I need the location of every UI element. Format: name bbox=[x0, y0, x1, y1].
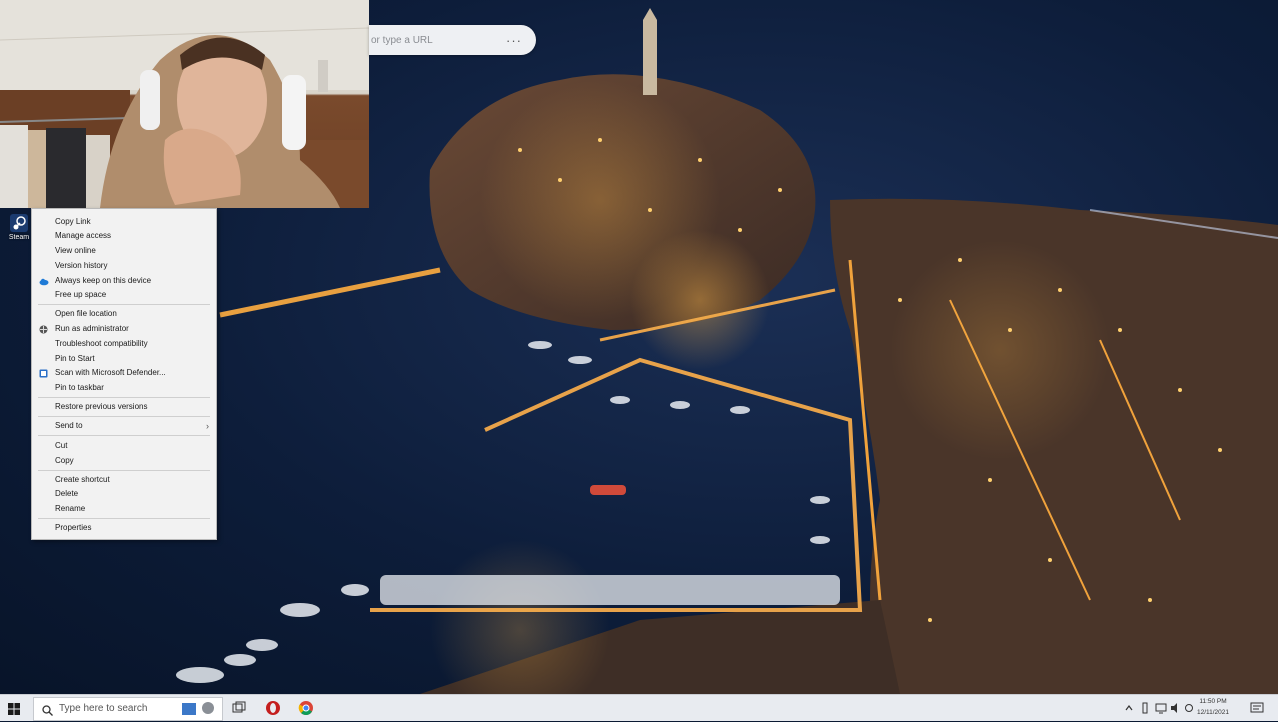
menu-separator bbox=[38, 397, 210, 398]
menu-item-manage-access[interactable]: Manage access bbox=[32, 229, 216, 243]
menu-item-scan-defender[interactable]: Scan with Microsoft Defender... bbox=[32, 366, 216, 380]
webcam-person-image bbox=[0, 0, 369, 208]
menu-item-properties[interactable]: Properties bbox=[32, 521, 216, 535]
webcam-overlay bbox=[0, 0, 369, 208]
context-menu: Copy Link Manage access View online Vers… bbox=[31, 208, 217, 540]
menu-item-run-as-admin[interactable]: Run as administrator bbox=[32, 322, 216, 336]
clock-time: 11:50 PM bbox=[1199, 698, 1227, 705]
menu-separator bbox=[38, 518, 210, 519]
menu-item-troubleshoot[interactable]: Troubleshoot compatibility bbox=[32, 337, 216, 351]
menu-separator bbox=[38, 470, 210, 471]
menu-item-version-history[interactable]: Version history bbox=[32, 259, 216, 273]
task-view-icon[interactable] bbox=[230, 699, 248, 717]
menu-item-cut[interactable]: Cut bbox=[32, 439, 216, 453]
tray-network-icon[interactable] bbox=[1155, 701, 1167, 715]
windows-start-icon[interactable] bbox=[8, 702, 20, 715]
menu-item-always-keep[interactable]: Always keep on this device bbox=[32, 274, 216, 288]
notification-center-icon[interactable] bbox=[1250, 701, 1264, 715]
menu-item-open-file-location[interactable]: Open file location bbox=[32, 307, 216, 321]
show-hidden-icons-icon[interactable] bbox=[1124, 701, 1134, 715]
taskbar: Type here to search 11:50 PM 12/11/2021 bbox=[0, 694, 1278, 721]
menu-item-copy-link[interactable]: Copy Link bbox=[32, 215, 216, 229]
menu-item-rename[interactable]: Rename bbox=[32, 502, 216, 516]
onedrive-cloud-icon bbox=[39, 277, 49, 286]
clock-date: 12/11/2021 bbox=[1196, 709, 1230, 716]
menu-item-delete[interactable]: Delete bbox=[32, 487, 216, 501]
menu-item-send-to[interactable]: Send to › bbox=[32, 419, 216, 433]
menu-separator bbox=[38, 435, 210, 436]
tray-usb-icon[interactable] bbox=[1140, 701, 1150, 715]
shield-icon bbox=[39, 325, 48, 334]
menu-item-pin-to-start[interactable]: Pin to Start bbox=[32, 352, 216, 366]
menu-item-view-online[interactable]: View online bbox=[32, 244, 216, 258]
menu-item-restore-versions[interactable]: Restore previous versions bbox=[32, 400, 216, 414]
desktop-icon-label: Steam bbox=[8, 234, 30, 241]
menu-item-pin-to-taskbar[interactable]: Pin to taskbar bbox=[32, 381, 216, 395]
address-placeholder: or type a URL bbox=[371, 34, 433, 46]
menu-separator bbox=[38, 304, 210, 305]
search-icon bbox=[42, 703, 53, 721]
system-clock[interactable]: 11:50 PM 12/11/2021 bbox=[1196, 696, 1230, 718]
search-placeholder: Type here to search bbox=[59, 703, 148, 714]
menu-item-copy[interactable]: Copy bbox=[32, 454, 216, 468]
chrome-icon[interactable] bbox=[297, 699, 315, 717]
defender-icon bbox=[39, 369, 48, 378]
desktop-icon-steam[interactable]: Steam bbox=[6, 212, 32, 252]
taskbar-search-box[interactable]: Type here to search bbox=[33, 697, 223, 721]
more-options-icon[interactable]: ··· bbox=[506, 33, 522, 48]
menu-item-create-shortcut[interactable]: Create shortcut bbox=[32, 473, 216, 487]
menu-item-free-up-space[interactable]: Free up space bbox=[32, 288, 216, 302]
search-highlight-icon bbox=[180, 700, 218, 722]
tray-sync-icon[interactable] bbox=[1184, 701, 1194, 715]
submenu-arrow-icon: › bbox=[206, 421, 209, 431]
opera-icon[interactable] bbox=[264, 699, 282, 717]
steam-icon bbox=[8, 212, 30, 234]
tray-volume-icon[interactable] bbox=[1170, 701, 1182, 715]
menu-separator bbox=[38, 416, 210, 417]
browser-address-bar[interactable]: or type a URL ··· bbox=[369, 25, 536, 55]
